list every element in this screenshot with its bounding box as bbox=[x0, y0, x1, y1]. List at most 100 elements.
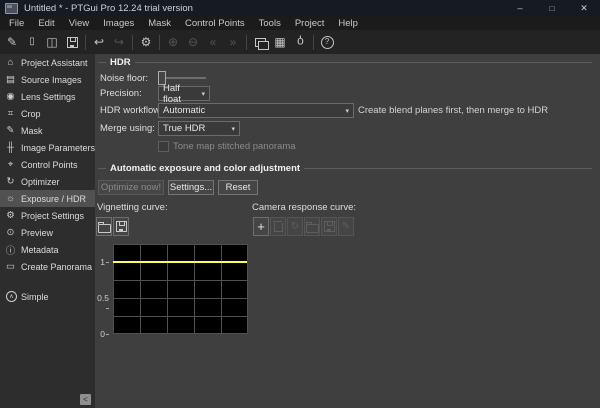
optimize-now-button: Optimize now! bbox=[98, 180, 164, 195]
chevron-down-icon: ▾ bbox=[201, 90, 205, 98]
noise-floor-label: Noise floor: bbox=[100, 73, 148, 84]
menu-edit[interactable]: Edit bbox=[31, 16, 61, 30]
precision-label: Precision: bbox=[100, 88, 142, 99]
reset-button[interactable]: Reset bbox=[218, 180, 258, 195]
sidebar-item-crop[interactable]: ⌗ Crop bbox=[0, 105, 95, 122]
sidebar-item-control-points[interactable]: ⌖ Control Points bbox=[0, 156, 95, 173]
crop-icon: ⌗ bbox=[4, 108, 17, 119]
undo-button[interactable]: ↩ bbox=[89, 32, 109, 52]
redo-icon: ↪ bbox=[114, 36, 124, 48]
maximize-button[interactable]: □ bbox=[536, 0, 568, 16]
save-project-button[interactable] bbox=[62, 32, 82, 52]
previous-icon: « bbox=[210, 36, 217, 48]
vignetting-curve-line bbox=[113, 261, 247, 263]
close-button[interactable]: ✕ bbox=[568, 0, 600, 16]
camera-response-curve-label: Camera response curve: bbox=[252, 202, 356, 213]
hdr-group-title: HDR bbox=[110, 57, 131, 68]
vignetting-curve-label: Vignetting curve: bbox=[97, 202, 168, 213]
auto-adjust-group-header: Automatic exposure and color adjustment bbox=[98, 163, 592, 174]
sidebar-item-project-settings[interactable]: ⚙ Project Settings bbox=[0, 207, 95, 224]
toolbar-separator bbox=[85, 35, 86, 50]
duplicate-icon: ◫ bbox=[46, 36, 57, 48]
sidebar-item-label: Metadata bbox=[21, 245, 59, 255]
sidebar-item-label: Project Assistant bbox=[21, 58, 88, 68]
settings-toolbar-button[interactable]: ⚙ bbox=[136, 32, 156, 52]
chevron-down-icon: ▾ bbox=[345, 107, 349, 115]
menu-view[interactable]: View bbox=[62, 16, 96, 30]
zoom-in-button: ⊕ bbox=[163, 32, 183, 52]
help-button[interactable]: ? bbox=[317, 32, 337, 52]
vignetting-load-button[interactable] bbox=[96, 217, 112, 236]
camera-curve-add-button[interactable]: + bbox=[253, 217, 269, 236]
camera-curve-load-button bbox=[304, 217, 320, 236]
tonemap-checkbox[interactable] bbox=[158, 141, 169, 152]
merge-using-dropdown[interactable]: True HDR ▾ bbox=[158, 121, 240, 136]
chevron-down-icon: ▾ bbox=[231, 125, 235, 133]
home-icon: ⌂ bbox=[4, 57, 17, 68]
hdr-group-header: HDR bbox=[98, 57, 592, 68]
sidebar-item-source-images[interactable]: ▤ Source Images bbox=[0, 71, 95, 88]
toolbar-separator bbox=[246, 35, 247, 50]
menu-mask[interactable]: Mask bbox=[141, 16, 178, 30]
sidebar-item-simple[interactable]: ∧ Simple bbox=[0, 288, 95, 305]
save-icon bbox=[116, 221, 127, 232]
title-bar[interactable]: Untitled * - PTGui Pro 12.24 trial versi… bbox=[0, 0, 600, 16]
tonemap-label: Tone map stitched panorama bbox=[173, 141, 296, 152]
collapse-sidebar-button[interactable]: < bbox=[80, 394, 91, 405]
panels-button[interactable] bbox=[250, 32, 270, 52]
sidebar-item-create-panorama[interactable]: ▭ Create Panorama bbox=[0, 258, 95, 275]
camera-curve-edit-button: ✎ bbox=[338, 217, 354, 236]
zoom-in-icon: ⊕ bbox=[168, 36, 178, 48]
sidebar-item-label: Lens Settings bbox=[21, 92, 76, 102]
sidebar-item-project-assistant[interactable]: ⌂ Project Assistant bbox=[0, 54, 95, 71]
undo-icon: ↩ bbox=[94, 36, 104, 48]
grid-view-button[interactable]: ▦ bbox=[270, 32, 290, 52]
window-title: Untitled * - PTGui Pro 12.24 trial versi… bbox=[24, 3, 193, 14]
previous-image-button: « bbox=[203, 32, 223, 52]
toolbar-separator bbox=[313, 35, 314, 50]
grid-icon: ▦ bbox=[274, 36, 285, 48]
zoom-out-icon: ⊖ bbox=[188, 36, 198, 48]
info-icon: ⓘ bbox=[4, 243, 17, 257]
settings-button[interactable]: Settings... bbox=[168, 180, 214, 195]
duplicate-project-button[interactable]: ◫ bbox=[42, 32, 62, 52]
sidebar-item-metadata[interactable]: ⓘ Metadata bbox=[0, 241, 95, 258]
control-points-icon: ⌖ bbox=[4, 159, 17, 170]
ptgui-window: Untitled * - PTGui Pro 12.24 trial versi… bbox=[0, 0, 600, 408]
lightbulb-button[interactable]: ϙ bbox=[290, 32, 310, 52]
panorama-icon: ▭ bbox=[4, 261, 17, 272]
open-project-button[interactable]: ▯ bbox=[22, 32, 42, 52]
menu-help[interactable]: Help bbox=[331, 16, 365, 30]
image-icon: ▤ bbox=[4, 74, 17, 85]
panels-icon bbox=[255, 38, 266, 47]
sidebar-item-preview[interactable]: ⊙ Preview bbox=[0, 224, 95, 241]
menu-tools[interactable]: Tools bbox=[252, 16, 288, 30]
y-axis-tick-0: 0 bbox=[95, 329, 109, 339]
sidebar-item-exposure-hdr[interactable]: ☼ Exposure / HDR bbox=[0, 190, 95, 207]
vignetting-save-button[interactable] bbox=[113, 217, 129, 236]
new-project-button[interactable]: ✎ bbox=[2, 32, 22, 52]
menu-images[interactable]: Images bbox=[96, 16, 141, 30]
save-icon bbox=[67, 37, 78, 48]
next-icon: » bbox=[230, 36, 237, 48]
hdr-workflow-value: Automatic bbox=[163, 105, 205, 116]
save-icon bbox=[324, 221, 335, 232]
eye-icon: ⊙ bbox=[4, 227, 17, 238]
gear-icon: ⚙ bbox=[141, 36, 152, 48]
sidebar-item-optimizer[interactable]: ↻ Optimizer bbox=[0, 173, 95, 190]
sidebar-item-lens-settings[interactable]: ◉ Lens Settings bbox=[0, 88, 95, 105]
precision-dropdown[interactable]: Half float ▾ bbox=[158, 86, 210, 101]
help-icon: ? bbox=[321, 36, 334, 49]
merge-using-value: True HDR bbox=[163, 123, 205, 134]
redo-button: ↪ bbox=[109, 32, 129, 52]
next-image-button: » bbox=[223, 32, 243, 52]
menu-control-points[interactable]: Control Points bbox=[178, 16, 252, 30]
window-controls: – □ ✕ bbox=[504, 0, 600, 16]
new-project-icon: ✎ bbox=[7, 36, 17, 48]
menu-file[interactable]: File bbox=[2, 16, 31, 30]
sidebar-item-mask[interactable]: ✎ Mask bbox=[0, 122, 95, 139]
menu-project[interactable]: Project bbox=[288, 16, 332, 30]
hdr-workflow-dropdown[interactable]: Automatic ▾ bbox=[158, 103, 354, 118]
minimize-button[interactable]: – bbox=[504, 0, 536, 16]
sidebar-item-image-parameters[interactable]: ╫ Image Parameters bbox=[0, 139, 95, 156]
